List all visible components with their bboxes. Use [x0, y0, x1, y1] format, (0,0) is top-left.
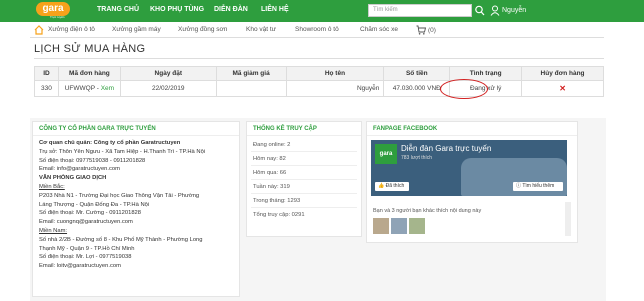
logo-subtitle: Trực tuyến — [50, 15, 65, 19]
company-line: P203 Nhà N1 - Trường Đại học Giao Thông … — [39, 192, 200, 199]
company-line: Email: cuongnq@garatructuyen.com — [39, 219, 133, 226]
fanpage-box: FANPAGE FACEBOOK gara Diễn đàn Gara trực… — [366, 121, 578, 243]
col-cancel: Hủy đơn hàng — [521, 66, 604, 81]
company-line: Email: info@garatructuyen.com — [39, 166, 120, 173]
subnav-chassis[interactable]: Xưởng gầm máy — [112, 26, 161, 33]
fb-learn-more-button[interactable]: ⓘ Tìm hiểu thêm — [513, 182, 563, 191]
order-date: 22/02/2019 — [119, 80, 217, 97]
order-coupon — [215, 80, 287, 97]
view-order-link[interactable]: Xem — [101, 85, 114, 92]
orders-table: ID Mã đơn hàng Ngày đặt Mã giảm giá Họ t… — [34, 66, 604, 97]
stat-yesterday: Hôm qua: 66 — [251, 166, 357, 180]
company-line: Miền Nam: — [39, 227, 68, 234]
nav-parts[interactable]: KHO PHỤ TÙNG — [150, 6, 204, 13]
stat-week: Tuần này: 319 — [251, 180, 357, 194]
col-order-code: Mã đơn hàng — [57, 66, 121, 81]
cancel-order-cell: ✕ — [521, 80, 604, 97]
company-line: Thạnh Mỹ - Quận 9 - TP.Hồ Chí Minh — [39, 245, 135, 252]
fanpage-title: FANPAGE FACEBOOK — [367, 122, 577, 136]
fb-like-button[interactable]: 👍 Đã thích — [375, 182, 409, 191]
subnav-supplies[interactable]: Kho vật tư — [246, 26, 276, 33]
fb-friends-text: Bạn và 3 người bạn khác thích nội dung n… — [373, 208, 482, 214]
company-line: Số điện thoại: Mr. Cường - 0911201828 — [39, 210, 141, 217]
stat-today: Hôm nay: 82 — [251, 152, 357, 166]
site-logo[interactable]: gara Trực tuyến — [36, 2, 80, 20]
company-line: Số điện thoại: Mr. Lợi - 0977519038 — [39, 254, 132, 261]
order-code: UFWWQP — [64, 85, 95, 92]
category-nav: Xưởng điện ô tô Xưởng gầm máy Xưởng đồng… — [30, 22, 604, 38]
company-line: Láng Thượng - Quận Đống Đa - TP.Hà Nội — [39, 201, 150, 208]
stat-total: Tổng truy cập: 0291 — [253, 212, 305, 218]
col-order-date: Ngày đặt — [119, 66, 217, 81]
stats-list: Đang online: 2 Hôm nay: 82 Hôm qua: 66 T… — [247, 136, 361, 222]
company-line: Trụ sở: Thôn Yên Ngưu - Xã Tam Hiệp - H.… — [39, 148, 206, 155]
cart-button[interactable]: (0) — [416, 25, 440, 35]
company-line: Số nhà 2/2B - Đường số 8 - Khu Phố Mỹ Th… — [39, 236, 203, 243]
stat-month: Trong tháng: 1293 — [251, 194, 357, 208]
facebook-page-banner[interactable]: gara Diễn đàn Gara trực tuyến 783 lượt t… — [371, 140, 567, 196]
nav-home[interactable]: TRANG CHỦ — [97, 6, 139, 13]
search-icon[interactable] — [474, 4, 486, 17]
company-title: CÔNG TY CỔ PHẦN GARA TRỰC TUYẾN — [33, 122, 239, 136]
top-navbar: gara Trực tuyến TRANG CHỦ KHO PHỤ TÙNG D… — [0, 0, 644, 22]
status-highlight-circle — [440, 79, 488, 99]
subnav-carcare[interactable]: Chăm sóc xe — [360, 26, 398, 33]
order-id: 330 — [34, 80, 59, 97]
order-code-cell: UFWWQP - Xem — [57, 80, 121, 97]
col-coupon: Mã giảm giá — [215, 66, 287, 81]
info-icon: ⓘ — [516, 183, 522, 189]
order-customer-name: Nguyễn — [285, 80, 385, 97]
user-icon[interactable] — [490, 5, 500, 16]
page-title: LỊCH SỬ MUA HÀNG — [34, 43, 146, 55]
company-line: Cơ quan chủ quản: Công ty cổ phần Garatr… — [39, 140, 181, 146]
company-line: Email: loitv@garatructuyen.com — [39, 263, 121, 270]
stats-box: THỐNG KÊ TRUY CẬP Đang online: 2 Hôm nay… — [246, 121, 362, 237]
company-line: VĂN PHÒNG GIAO DỊCH — [39, 175, 107, 182]
user-name[interactable]: Nguyễn — [502, 7, 526, 14]
company-line: Miền Bắc: — [39, 183, 65, 190]
company-line: Số điện thoại: 0977519038 - 0911201828 — [39, 157, 146, 164]
subnav-electrical[interactable]: Xưởng điện ô tô — [48, 26, 95, 33]
stats-title: THỐNG KÊ TRUY CẬP — [247, 122, 361, 136]
subnav-showroom[interactable]: Showroom ô tô — [295, 26, 339, 33]
fb-scrollbar[interactable] — [565, 202, 571, 236]
logo-text: gara — [36, 2, 70, 16]
title-divider — [34, 58, 604, 59]
friend-avatar[interactable] — [391, 218, 407, 234]
friend-avatar[interactable] — [373, 218, 389, 234]
home-icon[interactable] — [34, 25, 44, 35]
fb-like-label: Đã thích — [385, 183, 405, 189]
fanpage-logo: gara — [375, 144, 397, 164]
thumbs-up-icon: 👍 — [378, 183, 385, 189]
x-icon[interactable]: ✕ — [559, 84, 566, 93]
fanpage-name[interactable]: Diễn đàn Gara trực tuyến — [401, 144, 491, 153]
col-amount: Số tiền — [383, 66, 451, 81]
search-input[interactable]: Tìm kiếm — [368, 4, 472, 17]
company-info-box: CÔNG TY CỔ PHẦN GARA TRỰC TUYẾN Cơ quan … — [32, 121, 240, 297]
company-details: Cơ quan chủ quản: Công ty cổ phần Garatr… — [33, 136, 239, 271]
stat-online: Đang online: 2 — [251, 138, 357, 152]
nav-contact[interactable]: LIÊN HỆ — [261, 6, 289, 13]
col-id: ID — [34, 66, 59, 81]
nav-forum[interactable]: DIỄN ĐÀN — [214, 6, 248, 13]
fanpage-likes: 783 lượt thích — [401, 155, 433, 161]
fb-learn-more-label: Tìm hiểu thêm — [522, 183, 555, 189]
table-header-row: ID Mã đơn hàng Ngày đặt Mã giảm giá Họ t… — [34, 66, 604, 81]
friend-avatar[interactable] — [409, 218, 425, 234]
subnav-bodypaint[interactable]: Xưởng đồng sơn — [178, 26, 227, 33]
cart-count: (0) — [427, 26, 436, 34]
table-row: 330 UFWWQP - Xem 22/02/2019 Nguyễn 47.03… — [34, 80, 604, 97]
col-name: Họ tên — [285, 66, 385, 81]
